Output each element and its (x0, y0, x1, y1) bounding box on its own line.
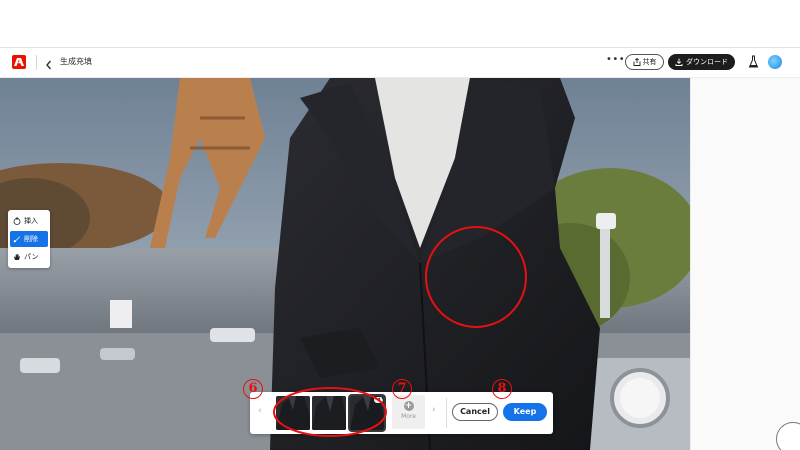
tool-pan[interactable]: パン (10, 249, 48, 265)
divider (446, 398, 447, 428)
flask-icon[interactable] (748, 54, 759, 68)
insert-icon (13, 217, 21, 225)
app-window: 生成充填 ••• 共有 ダウンロード 挿入 削除 パン ‹ ••• + More… (0, 0, 800, 450)
tool-remove-label: 削除 (24, 235, 38, 243)
tool-insert-label: 挿入 (24, 217, 38, 225)
share-button[interactable]: 共有 (625, 54, 664, 70)
thumbnail-menu-button[interactable]: ••• (374, 397, 384, 403)
hand-icon (14, 254, 20, 260)
annotation-badge-8: 8 (492, 379, 512, 399)
tool-remove[interactable]: 削除 (10, 231, 48, 247)
back-chevron-icon[interactable] (44, 56, 54, 70)
tool-pan-label: パン (24, 253, 39, 261)
more-label: More (401, 413, 416, 420)
share-icon (633, 58, 640, 66)
right-panel (690, 78, 800, 450)
next-button[interactable]: › (432, 405, 436, 415)
page-title: 生成充填 (60, 57, 92, 66)
tool-palette: 挿入 削除 パン (8, 210, 50, 268)
variation-thumbnail[interactable] (312, 396, 346, 430)
keep-button[interactable]: Keep (503, 403, 547, 421)
more-options-button[interactable]: ••• (606, 54, 625, 65)
divider (36, 55, 37, 70)
download-icon (675, 58, 683, 66)
plus-icon: + (403, 401, 414, 411)
download-button[interactable]: ダウンロード (668, 54, 735, 70)
previous-button[interactable]: ‹ (258, 406, 262, 416)
cancel-button[interactable]: Cancel (452, 403, 498, 421)
share-label: 共有 (642, 58, 657, 66)
adobe-logo-icon[interactable] (12, 55, 26, 69)
annotation-badge-7: 7 (392, 379, 412, 399)
more-variations-button[interactable]: + More (392, 395, 425, 429)
download-label: ダウンロード (686, 58, 728, 66)
variation-thumbnail[interactable] (276, 396, 310, 430)
brush-icon (13, 236, 20, 243)
top-bar: 生成充填 ••• 共有 ダウンロード (0, 47, 800, 78)
tool-insert[interactable]: 挿入 (10, 213, 48, 229)
annotation-badge-6: 6 (243, 379, 263, 399)
variation-thumbnail-selected[interactable]: ••• (348, 394, 386, 432)
avatar[interactable] (768, 55, 782, 69)
